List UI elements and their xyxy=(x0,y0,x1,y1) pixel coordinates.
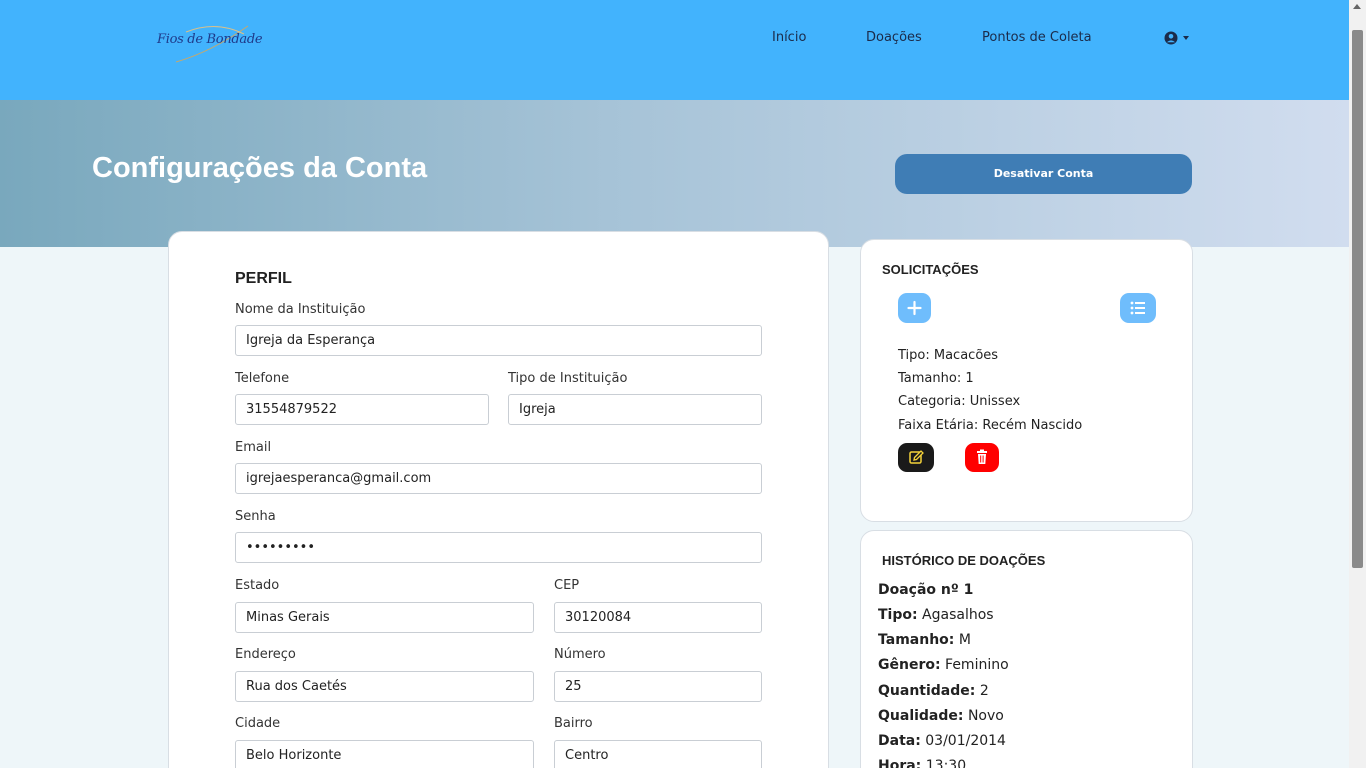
state-input[interactable]: Minas Gerais xyxy=(235,602,534,633)
trash-icon xyxy=(977,449,987,464)
profile-card: PERFIL Nome da Instituição Igreja da Esp… xyxy=(168,231,829,768)
password-input[interactable]: ••••••••• xyxy=(235,532,762,563)
edit-icon xyxy=(909,450,924,464)
request-category: Categoria: Unissex xyxy=(898,394,1021,409)
nav-link-doacoes[interactable]: Doações xyxy=(866,30,922,45)
donation-title: Doação nº 1 xyxy=(878,582,974,598)
address-input[interactable]: Rua dos Caetés xyxy=(235,671,534,702)
phone-label: Telefone xyxy=(235,371,290,386)
donation-detail-row: Quantidade: 2 xyxy=(878,683,989,699)
donation-detail-row: Data: 03/01/2014 xyxy=(878,733,1006,749)
request-type: Tipo: Macacões xyxy=(898,348,999,363)
page-header: Configurações da Conta Desativar Conta xyxy=(0,100,1349,247)
donation-detail-value: 2 xyxy=(979,683,989,699)
donation-detail-label: Qualidade: xyxy=(878,708,964,724)
navbar: Fios de Bondade Início Doações Pontos de… xyxy=(0,0,1349,100)
number-label: Número xyxy=(554,647,606,662)
donation-detail-value: M xyxy=(958,632,971,648)
donation-detail-row: Hora: 13:30 xyxy=(878,758,966,768)
request-size: Tamanho: 1 xyxy=(898,371,974,386)
donation-detail-row: Qualidade: Novo xyxy=(878,708,1004,724)
donation-detail-label: Tipo: xyxy=(878,607,918,623)
donation-detail-label: Gênero: xyxy=(878,657,941,673)
donation-detail-label: Quantidade: xyxy=(878,683,976,699)
institution-type-input[interactable]: Igreja xyxy=(508,394,762,425)
user-circle-icon xyxy=(1164,31,1178,45)
brand-logo[interactable]: Fios de Bondade xyxy=(156,22,263,66)
donation-detail-value: 13:30 xyxy=(925,758,967,768)
list-requests-button[interactable] xyxy=(1120,293,1156,323)
password-label: Senha xyxy=(235,509,276,524)
city-input[interactable]: Belo Horizonte xyxy=(235,740,534,768)
add-request-button[interactable] xyxy=(898,293,931,323)
nav-link-inicio[interactable]: Início xyxy=(772,30,806,45)
donation-detail-row: Tamanho: M xyxy=(878,632,971,648)
number-input[interactable]: 25 xyxy=(554,671,762,702)
cep-label: CEP xyxy=(554,578,580,593)
requests-title: SOLICITAÇÕES xyxy=(882,262,979,277)
donation-detail-value: 03/01/2014 xyxy=(925,733,1006,749)
institution-type-label: Tipo de Instituição xyxy=(508,371,628,386)
user-menu-dropdown[interactable] xyxy=(1163,30,1191,46)
request-age-range: Faixa Etária: Recém Nascido xyxy=(898,418,1083,433)
email-input[interactable]: igrejaesperanca@gmail.com xyxy=(235,463,762,494)
donation-detail-label: Tamanho: xyxy=(878,632,955,648)
page-title: Configurações da Conta xyxy=(92,152,428,184)
scrollbar-thumb[interactable] xyxy=(1352,30,1363,568)
list-icon xyxy=(1130,301,1145,315)
district-input[interactable]: Centro xyxy=(554,740,762,768)
donation-detail-label: Data: xyxy=(878,733,921,749)
donation-detail-value: Agasalhos xyxy=(922,607,994,623)
institution-name-input[interactable]: Igreja da Esperança xyxy=(235,325,762,356)
donation-detail-value: Novo xyxy=(967,708,1004,724)
chevron-down-icon xyxy=(1183,36,1189,40)
phone-input[interactable]: 31554879522 xyxy=(235,394,489,425)
requests-card: SOLICITAÇÕES Tipo: Macacões Tamanho: 1 C… xyxy=(860,239,1193,522)
city-label: Cidade xyxy=(235,716,281,731)
donation-detail-label: Hora: xyxy=(878,758,922,768)
district-label: Bairro xyxy=(554,716,593,731)
deactivate-account-button[interactable]: Desativar Conta xyxy=(895,154,1192,194)
history-title: HISTÓRICO DE DOAÇÕES xyxy=(882,553,1046,568)
nav-link-pontos-de-coleta[interactable]: Pontos de Coleta xyxy=(982,30,1092,45)
donation-detail-row: Gênero: Feminino xyxy=(878,657,1009,673)
cep-input[interactable]: 30120084 xyxy=(554,602,762,633)
plus-icon xyxy=(907,300,922,316)
scroll-up-icon[interactable] xyxy=(1353,4,1361,9)
institution-name-label: Nome da Instituição xyxy=(235,302,366,317)
profile-section-title: PERFIL xyxy=(235,270,292,287)
logo-text: Fios de Bondade xyxy=(157,32,263,47)
donation-history-card: HISTÓRICO DE DOAÇÕES Doação nº 1 Tipo: A… xyxy=(860,530,1193,768)
address-label: Endereço xyxy=(235,647,296,662)
page-scrollbar[interactable] xyxy=(1349,0,1366,768)
edit-request-button[interactable] xyxy=(898,443,934,472)
donation-detail-row: Tipo: Agasalhos xyxy=(878,607,994,623)
email-label: Email xyxy=(235,440,272,455)
delete-request-button[interactable] xyxy=(965,443,999,472)
donation-detail-value: Feminino xyxy=(945,657,1009,673)
state-label: Estado xyxy=(235,578,280,593)
